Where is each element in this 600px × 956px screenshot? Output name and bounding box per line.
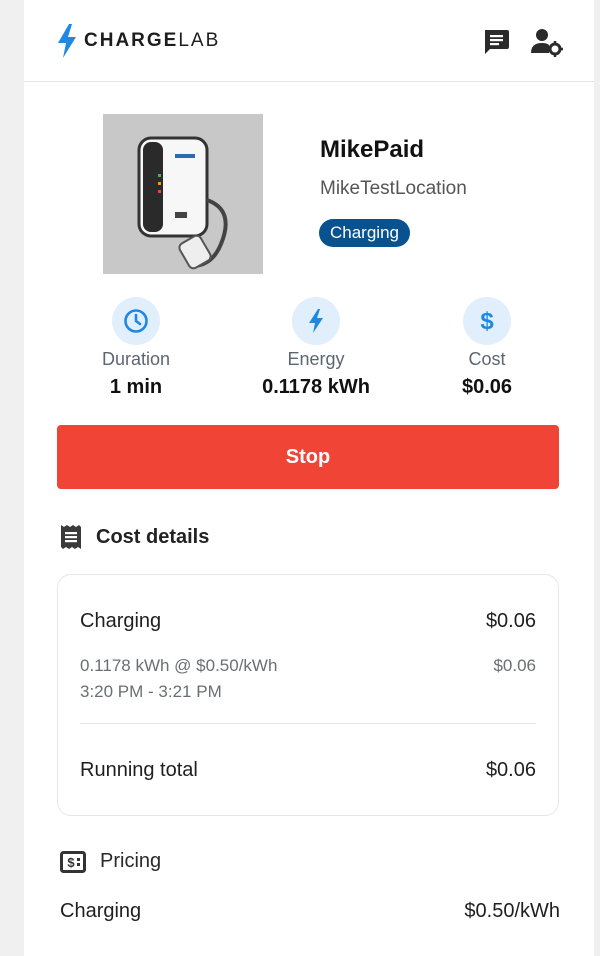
cost-detail-amount: $0.06 xyxy=(493,656,536,675)
running-total-amount: $0.06 xyxy=(485,759,536,781)
clock-icon xyxy=(112,297,160,345)
stat-cost: $ Cost $0.06 xyxy=(407,297,567,399)
section-title: Cost details xyxy=(96,525,210,548)
cost-item-row: Charging $0.06 xyxy=(80,610,536,633)
running-total-label: Running total xyxy=(80,759,198,781)
stat-energy: Energy 0.1178 kWh xyxy=(236,297,396,399)
pricing-label: Charging xyxy=(60,900,142,922)
user-settings-icon[interactable] xyxy=(531,27,563,57)
price-tag-icon: $ xyxy=(60,850,86,873)
brand-logo[interactable]: CHARGELAB xyxy=(56,24,220,58)
lightning-icon xyxy=(292,297,340,345)
stat-value: 0.1178 kWh xyxy=(262,376,370,398)
cost-time-range: 3:20 PM - 3:21 PM xyxy=(80,682,222,701)
section-title: Pricing xyxy=(100,850,162,872)
charger-image xyxy=(103,114,263,274)
stat-duration: Duration 1 min xyxy=(56,297,216,399)
stat-label: Cost xyxy=(468,349,506,369)
stat-value: 1 min xyxy=(109,376,163,398)
stat-label: Energy xyxy=(287,349,345,369)
running-total-row: Running total $0.06 xyxy=(80,759,536,782)
cost-details-header: Cost details xyxy=(60,524,209,550)
receipt-icon xyxy=(61,525,81,549)
dollar-icon: $ xyxy=(463,297,511,345)
cost-item-amount: $0.06 xyxy=(485,610,536,632)
pricing-rate: $0.50/kWh xyxy=(464,900,560,922)
top-bar: CHARGELAB xyxy=(24,0,594,82)
stop-button[interactable]: Stop xyxy=(57,425,559,489)
svg-text:$: $ xyxy=(480,308,494,335)
app-container: CHARGELAB MikePaid MikeTestLocation Char… xyxy=(24,0,594,956)
cost-detail-row: 0.1178 kWh @ $0.50/kWh 3:20 PM - 3:21 PM… xyxy=(80,656,536,702)
cost-rate-text: 0.1178 kWh @ $0.50/kWh xyxy=(80,656,278,675)
cost-details-card: Charging $0.06 0.1178 kWh @ $0.50/kWh 3:… xyxy=(57,574,559,816)
station-name: MikePaid xyxy=(320,136,425,163)
message-icon[interactable] xyxy=(481,27,511,57)
pricing-header: $ Pricing xyxy=(60,850,161,873)
pricing-row: Charging $0.50/kWh xyxy=(60,900,560,923)
divider xyxy=(80,723,536,724)
stat-value: $0.06 xyxy=(461,376,513,398)
stat-label: Duration xyxy=(101,349,171,369)
svg-text:$: $ xyxy=(67,855,75,870)
lightning-logo-icon xyxy=(58,24,76,58)
cost-item-label: Charging xyxy=(80,610,162,632)
station-location: MikeTestLocation xyxy=(320,178,467,199)
brand-wordmark: CHARGELAB xyxy=(84,30,221,51)
status-badge: Charging xyxy=(319,219,410,247)
